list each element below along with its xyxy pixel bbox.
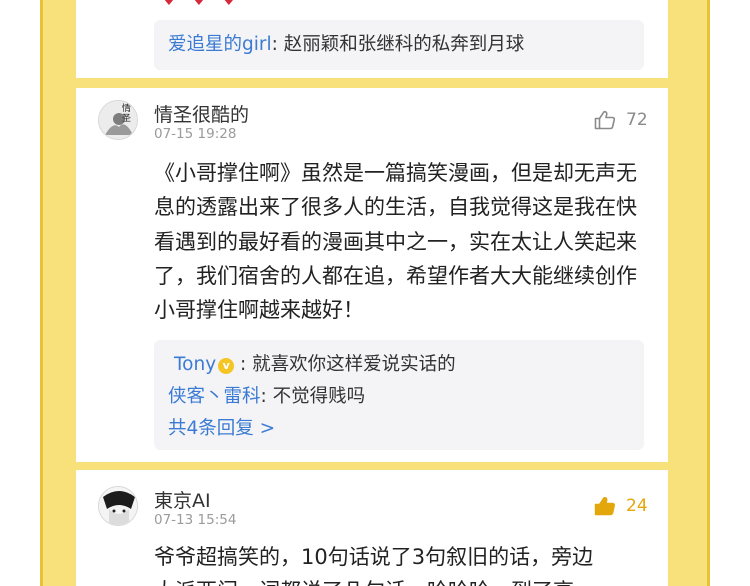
like-button[interactable]: 24 [594,496,648,516]
comment-time: 07-13 15:54 [154,512,237,528]
comment-card: ♥ ♥ ♥ 爱追星的girl: 赵丽颖和张继科的私奔到月球 [76,0,668,78]
heart-icon: ♥ [190,0,208,8]
reply-text: 就喜欢你这样爱说实话的 [252,354,456,375]
comment-card: 東京AI 07-13 15:54 24 爷爷超搞笑的，10句话说了3句叙旧的话，… [76,470,668,586]
reply-separator: : [234,354,253,375]
comment-time: 07-15 19:28 [154,126,237,142]
like-count: 24 [626,496,648,516]
more-replies-link[interactable]: 共4条回复 > [168,417,275,441]
reply-username[interactable]: 侠客丶雷科 [168,386,261,407]
hearts-row: ♥ ♥ ♥ [160,0,238,8]
reply-separator: : [260,386,273,407]
reply-item[interactable]: 侠客丶雷科: 不觉得贱吗 [168,385,365,409]
reply-text: 不觉得贱吗 [272,386,366,407]
reply-box[interactable]: Tony v : 就喜欢你这样爱说实话的 侠客丶雷科: 不觉得贱吗 共4条回复 > [154,340,644,450]
reply-username[interactable]: 爱追星的girl [168,34,272,55]
reply-separator: : [271,34,284,55]
like-count: 72 [626,110,648,130]
reply-item[interactable]: 爱追星的girl: 赵丽颖和张继科的私奔到月球 [168,33,524,57]
thumbs-up-icon [594,110,616,130]
reply-username[interactable]: Tony [174,354,216,375]
comment-author[interactable]: 情圣很酷的 [154,100,249,127]
verified-badge-icon: v [218,358,235,374]
comment-text-line: 大派西门，词都说了几句话，哈哈哈，到了高 [154,574,644,586]
heart-icon: ♥ [160,0,178,8]
comment-card: 情圣 情圣很酷的 07-15 19:28 72 《小哥撑住啊》虽然是一篇搞笑漫画… [76,88,668,462]
comment-text-line: 爷爷超搞笑的，10句话说了3句叙旧的话，旁边 [154,545,594,569]
like-button[interactable]: 72 [594,110,648,130]
reply-item[interactable]: Tony v : 就喜欢你这样爱说实话的 [174,353,456,377]
avatar[interactable]: 情圣 [98,100,138,140]
comment-text: 爷爷超搞笑的，10句话说了3句叙旧的话，旁边 大派西门，词都说了几句话，哈哈哈，… [154,540,644,586]
heart-icon: ♥ [220,0,238,8]
reply-text: 赵丽颖和张继科的私奔到月球 [283,34,525,55]
avatar[interactable] [98,486,138,526]
reply-box[interactable]: 爱追星的girl: 赵丽颖和张继科的私奔到月球 [154,20,644,70]
comment-text: 《小哥撑住啊》虽然是一篇搞笑漫画，但是却无声无息的透露出来了很多人的生活，自我觉… [154,161,637,323]
comment-author[interactable]: 東京AI [154,486,211,513]
avatar-text: 情圣 [122,104,132,124]
thumbs-up-icon [594,497,615,516]
avatar-image [99,101,137,139]
avatar-image [99,487,137,525]
